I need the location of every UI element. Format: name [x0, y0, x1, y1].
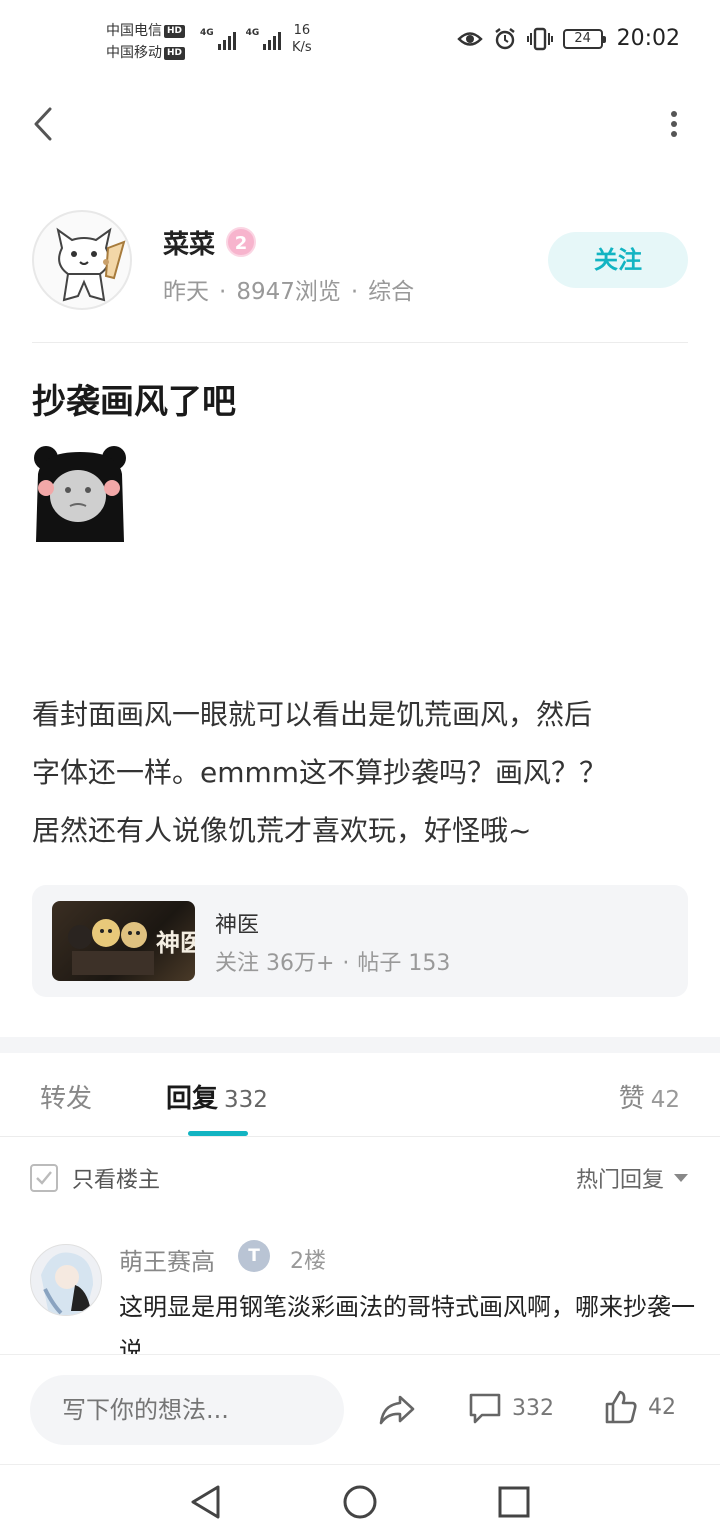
- nav-back-button[interactable]: [188, 1483, 224, 1525]
- post-meta: 昨天 · 8947浏览 · 综合: [163, 279, 415, 305]
- game-name: 神医: [215, 913, 260, 938]
- post-body-line: 看封面画风一眼就可以看出是饥荒画风，然后: [32, 698, 593, 731]
- nav-recents-button[interactable]: [496, 1483, 532, 1525]
- sort-label: 热门回复: [575, 1168, 664, 1193]
- comment-icon: [469, 1393, 501, 1424]
- like-button[interactable]: 42: [604, 1389, 676, 1425]
- post-title: 抄袭画风了吧: [32, 382, 236, 422]
- only-op-label: 只看楼主: [72, 1168, 161, 1193]
- back-arrow-icon: [34, 107, 52, 141]
- comment-input[interactable]: [30, 1375, 344, 1445]
- chevron-down-icon: [674, 1174, 688, 1182]
- circle-home-icon: [343, 1485, 377, 1519]
- signal-icons: 4G 4G: [200, 28, 282, 50]
- post-time: 昨天: [163, 279, 209, 305]
- vibrate-icon: [526, 27, 553, 50]
- commenter-avatar[interactable]: [30, 1244, 102, 1316]
- system-navigation-bar: [0, 1464, 720, 1540]
- floor-number: 2楼: [290, 1249, 326, 1274]
- status-bar: 中国电信 HD 中国移动 HD 4G 4G 16 K/s 24 20:02: [0, 0, 720, 84]
- comment-button[interactable]: 332: [468, 1391, 554, 1425]
- user-badge-icon: T: [238, 1240, 270, 1272]
- battery-icon: 24: [562, 28, 606, 49]
- carrier-1: 中国电信: [106, 23, 162, 39]
- post-category[interactable]: 综合: [368, 279, 414, 305]
- tab-like[interactable]: 赞 42: [619, 1078, 680, 1115]
- post-body-line: 字体还一样。emmm这不算抄袭吗？画风？？: [32, 756, 608, 789]
- hd-badge: HD: [164, 25, 186, 38]
- hd-badge: HD: [164, 47, 186, 60]
- only-op-checkbox[interactable]: [30, 1164, 58, 1192]
- nav-home-button[interactable]: [342, 1483, 378, 1525]
- author-avatar[interactable]: [32, 210, 132, 310]
- post-body: 看封面画风一眼就可以看出是饥荒画风，然后 字体还一样。emmm这不算抄袭吗？画风…: [32, 686, 688, 860]
- clock: 20:02: [616, 26, 680, 51]
- reply-count: 332: [224, 1087, 268, 1113]
- back-button[interactable]: [28, 104, 60, 144]
- like-count: 42: [650, 1087, 680, 1113]
- game-stats: 关注 36万+ · 帖子 153: [215, 951, 451, 976]
- anime-avatar-image: [41, 1252, 93, 1315]
- post-body-line: 居然还有人说像饥荒才喜欢玩，好怪哦~: [32, 814, 532, 847]
- check-icon: [36, 1171, 52, 1185]
- sort-dropdown[interactable]: 热门回复: [576, 1162, 688, 1194]
- follow-button[interactable]: 关注: [548, 232, 688, 288]
- share-button[interactable]: [378, 1393, 416, 1431]
- divider: [32, 342, 688, 343]
- thumbs-up-icon: [605, 1390, 637, 1424]
- game-cover-image: 神医: [52, 901, 195, 981]
- more-vertical-icon: [671, 111, 677, 137]
- share-icon: [379, 1395, 415, 1425]
- sticker-image[interactable]: [32, 444, 128, 544]
- carrier-2: 中国移动: [106, 45, 162, 61]
- comment-count: 332: [512, 1395, 554, 1421]
- bottom-action-bar: 332 42: [0, 1354, 720, 1464]
- game-posts: 帖子 153: [357, 951, 451, 976]
- divider: [0, 1136, 720, 1137]
- signal-icon: 4G: [200, 28, 236, 50]
- game-cover-title: 神医: [156, 929, 195, 957]
- more-button[interactable]: [668, 110, 680, 140]
- tab-reply[interactable]: 回复 332: [166, 1078, 268, 1115]
- view-count: 8947浏览: [236, 279, 341, 305]
- square-recents-icon: [498, 1486, 530, 1518]
- cat-avatar-image: [56, 227, 126, 302]
- like-count-bottom: 42: [648, 1394, 676, 1420]
- tab-repost[interactable]: 转发: [40, 1078, 92, 1115]
- game-followers: 关注 36万+: [215, 951, 335, 976]
- triangle-back-icon: [191, 1485, 220, 1519]
- commenter-name[interactable]: 萌王赛高: [119, 1242, 215, 1277]
- alarm-icon: [494, 27, 515, 49]
- game-card[interactable]: 神医 神医 关注 36万+ · 帖子 153: [32, 885, 688, 997]
- level-badge: 2: [226, 227, 256, 257]
- carrier-info: 中国电信 HD 中国移动 HD: [106, 20, 186, 64]
- signal-icon: 4G: [246, 28, 282, 50]
- eye-comfort-icon: [456, 31, 483, 46]
- network-speed: 16 K/s: [292, 23, 312, 55]
- section-separator: [0, 1037, 720, 1053]
- only-op-filter[interactable]: 只看楼主: [30, 1162, 160, 1194]
- author-name[interactable]: 菜菜: [163, 224, 215, 261]
